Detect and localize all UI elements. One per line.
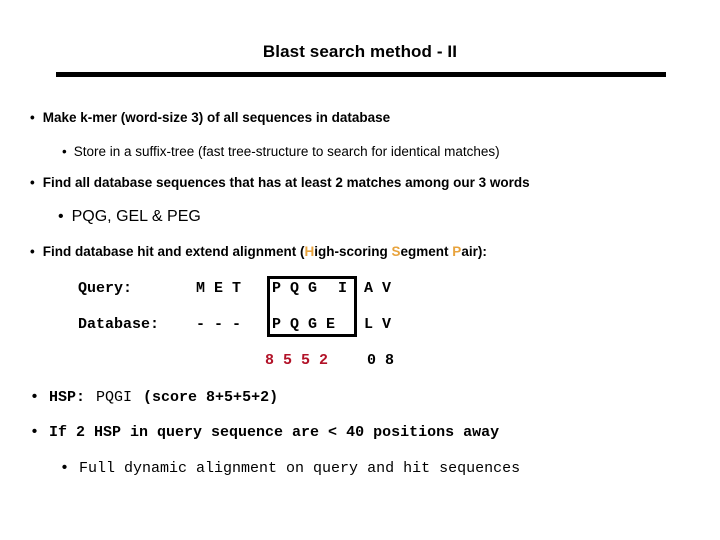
bullet-text: Full dynamic alignment on query and hit …: [79, 460, 521, 477]
hsp-label: HSP:: [49, 389, 86, 406]
title-divider: [56, 72, 666, 77]
highlight-letter-p: P: [452, 244, 462, 259]
bullet-marker: •: [30, 389, 40, 406]
highlight-letter-h: H: [304, 244, 315, 259]
bullet-marker: •: [30, 110, 35, 125]
bullet-text-egment: egment: [400, 244, 453, 259]
bullet-marker: •: [30, 424, 40, 441]
query-label: Query:: [78, 280, 133, 297]
database-right-residues: L V: [364, 316, 392, 333]
page-title: Blast search method - II: [262, 42, 458, 61]
bullet-hsp-distance: • If 2 HSP in query sequence are < 40 pos…: [30, 424, 499, 441]
database-boxed-residues: P Q G E: [272, 316, 336, 333]
bullet-find-sequences: • Find all database sequences that has at…: [30, 175, 530, 190]
query-boxed-residues-red: P Q G: [272, 280, 318, 297]
bullet-word-list: • PQG, GEL & PEG: [58, 208, 201, 226]
bullet-marker: •: [30, 175, 35, 190]
bullet-text: PQG, GEL & PEG: [71, 208, 201, 225]
hsp-sequence: PQGI: [96, 389, 133, 406]
bullet-marker: •: [60, 460, 70, 477]
bullet-text: If 2 HSP in query sequence are < 40 posi…: [49, 424, 500, 441]
query-left-residues: M E T: [196, 280, 242, 297]
bullet-text-post: air):: [461, 244, 487, 259]
bullet-marker: •: [62, 144, 67, 159]
score-values-black: 0 8: [367, 352, 395, 369]
bullet-text-igh: igh-scoring: [314, 244, 392, 259]
query-boxed-residue-black: I: [338, 280, 348, 297]
score-values-red: 8 5 5 2: [265, 352, 329, 369]
bullet-text-pre: Find database hit and extend alignment (: [42, 244, 305, 259]
bullet-extend-alignment: • Find database hit and extend alignment …: [30, 244, 487, 259]
query-right-residues: A V: [364, 280, 392, 297]
bullet-marker: •: [30, 244, 35, 259]
slide-canvas: Blast search method - II • Make k-mer (wo…: [0, 0, 720, 540]
bullet-marker: •: [58, 208, 64, 225]
bullet-make-kmer: • Make k-mer (word-size 3) of all sequenc…: [30, 110, 390, 125]
bullet-text: Find all database sequences that has at …: [42, 175, 530, 190]
bullet-suffix-tree: • Store in a suffix-tree (fast tree-struc…: [62, 144, 500, 159]
hsp-score-expression: (score 8+5+5+2): [143, 389, 279, 406]
alignment-row-database: Database:: [78, 316, 159, 333]
bullet-hsp-summary: • HSP: PQGI (score 8+5+5+2): [30, 388, 278, 406]
bullet-full-dynamic-alignment: • Full dynamic alignment on query and hit…: [60, 460, 520, 477]
database-gaps: - - -: [196, 316, 242, 333]
bullet-text: Store in a suffix-tree (fast tree-struct…: [73, 144, 500, 159]
bullet-text: Make k-mer (word-size 3) of all sequence…: [42, 110, 391, 125]
database-label: Database:: [78, 316, 160, 333]
highlight-letter-s: S: [391, 244, 401, 259]
alignment-row-query: Query:: [78, 280, 132, 297]
